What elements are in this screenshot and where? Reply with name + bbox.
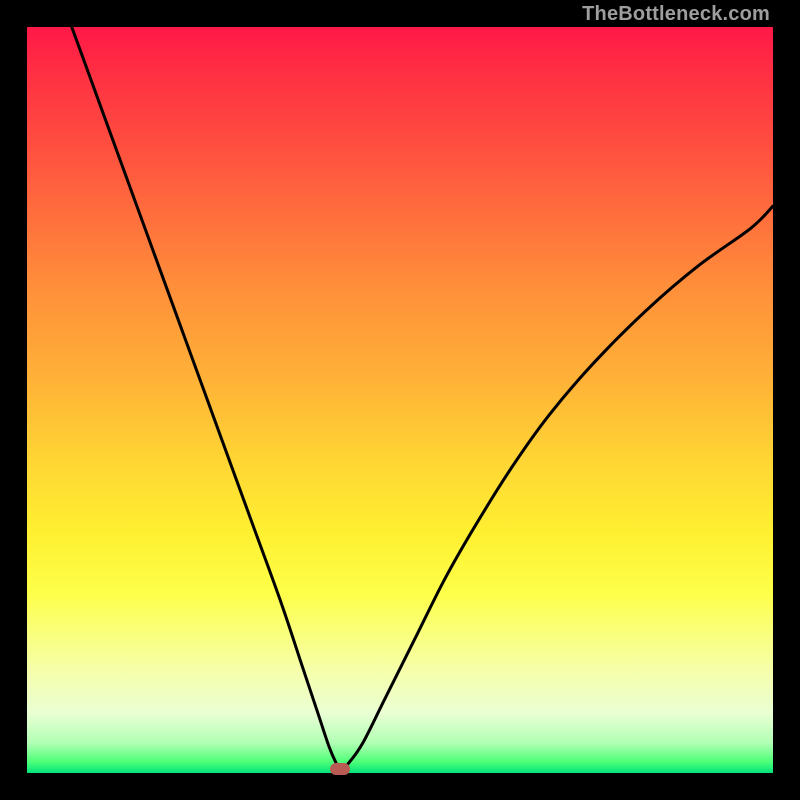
chart-frame: TheBottleneck.com <box>0 0 800 800</box>
curve-svg <box>27 27 773 773</box>
bottleneck-curve <box>72 27 773 769</box>
minimum-marker <box>330 763 350 775</box>
plot-area <box>27 27 773 773</box>
watermark-text: TheBottleneck.com <box>582 3 770 26</box>
